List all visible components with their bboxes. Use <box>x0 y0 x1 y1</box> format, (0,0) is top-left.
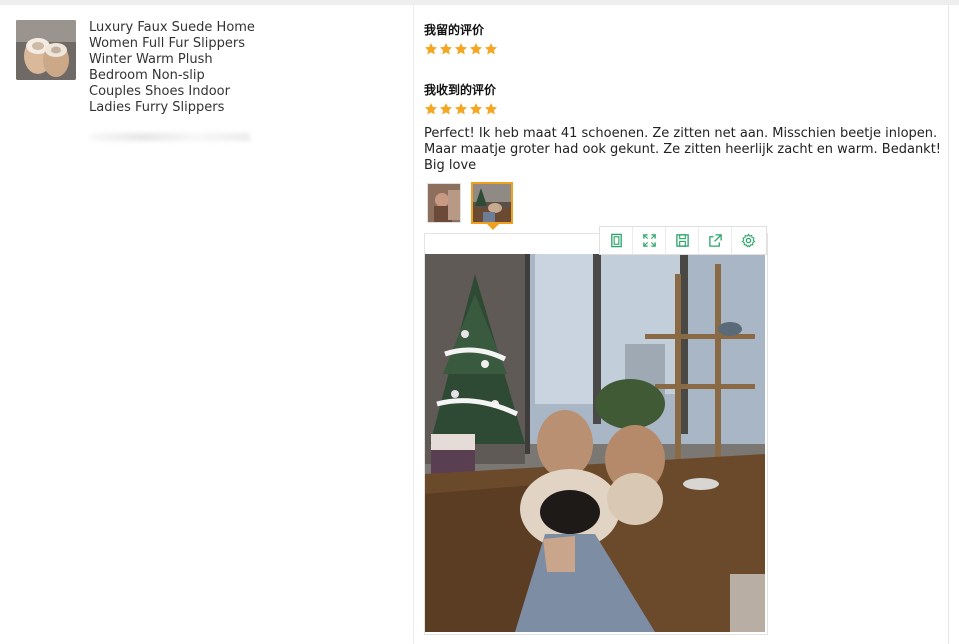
star-icon <box>469 43 483 55</box>
star-icon <box>484 103 498 115</box>
star-icon <box>424 103 438 115</box>
original-size-button[interactable] <box>600 227 633 254</box>
blurred-sku-text <box>90 133 250 141</box>
product-thumbnail[interactable] <box>16 20 76 80</box>
my-rating-stars <box>424 42 498 56</box>
fullscreen-icon <box>642 234 656 247</box>
star-icon <box>439 103 453 115</box>
star-icon <box>484 43 498 55</box>
save-icon <box>675 234 689 247</box>
image-settings-button[interactable] <box>732 227 765 254</box>
product-title-line: Women Full Fur Slippers <box>89 36 246 51</box>
save-image-button[interactable] <box>666 227 699 254</box>
product-title-line: Couples Shoes Indoor <box>89 84 230 99</box>
product-title-line: Luxury Faux Suede Home <box>89 20 255 35</box>
review-image-thumb[interactable] <box>427 183 461 223</box>
review-image-thumb-selected[interactable] <box>471 182 513 224</box>
image-viewer-toolbar <box>599 226 767 255</box>
star-icon <box>469 103 483 115</box>
product-title[interactable]: Luxury Faux Suede Home Women Full Fur Sl… <box>89 20 269 116</box>
received-review-label: 我收到的评价 <box>424 83 497 97</box>
column-divider <box>413 5 414 644</box>
fullscreen-button[interactable] <box>633 227 666 254</box>
share-icon <box>708 234 722 247</box>
settings-icon <box>741 233 756 248</box>
star-icon <box>454 103 468 115</box>
received-rating-stars <box>424 102 498 116</box>
product-title-line: Ladies Furry Slippers <box>89 100 225 115</box>
product-title-line: Winter Warm Plush <box>89 52 213 67</box>
original-size-icon <box>610 233 622 248</box>
review-text: Perfect! Ik heb maat 41 schoenen. Ze zit… <box>424 126 942 173</box>
star-icon <box>454 43 468 55</box>
share-image-button[interactable] <box>699 227 732 254</box>
star-icon <box>424 43 438 55</box>
star-icon <box>439 43 453 55</box>
product-title-line: Bedroom Non-slip <box>89 68 205 83</box>
selected-thumb-caret <box>487 224 499 230</box>
review-photo[interactable] <box>425 254 765 632</box>
my-review-label: 我留的评价 <box>424 23 485 37</box>
